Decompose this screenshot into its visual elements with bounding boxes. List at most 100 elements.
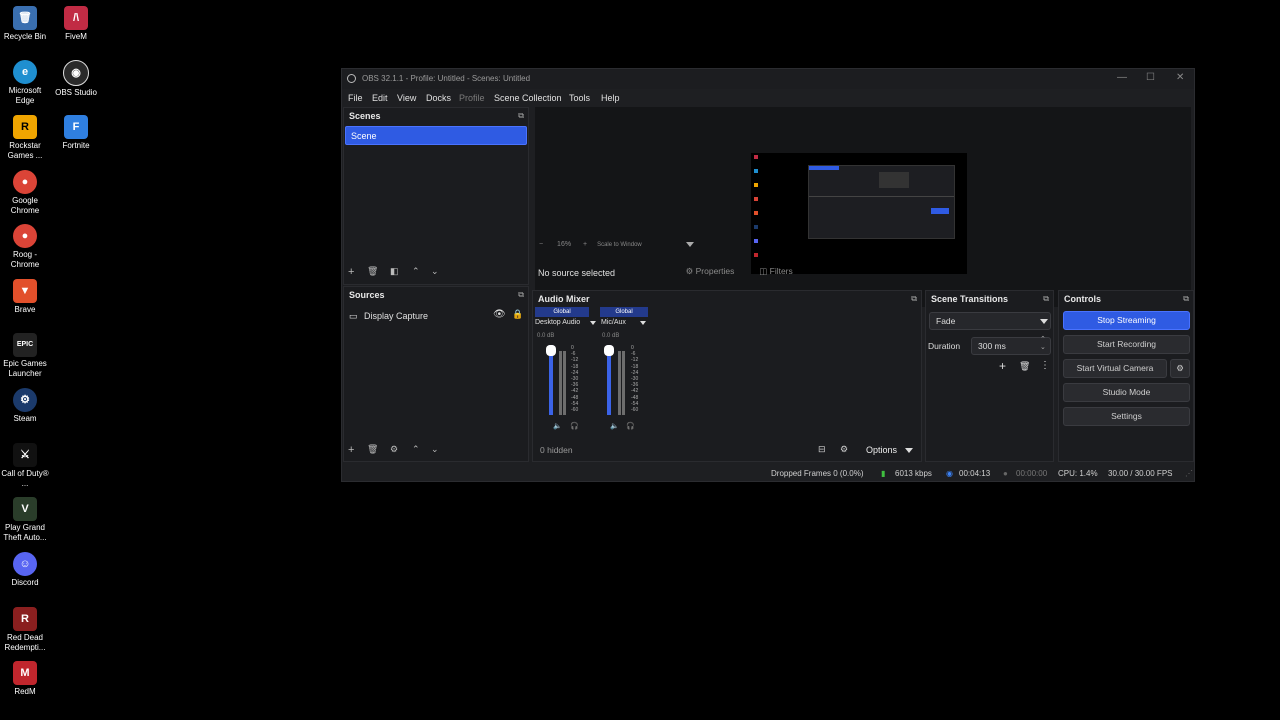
audio-mixer-dock: Audio Mixer ⧉	[532, 290, 922, 462]
channel-tag: Global	[535, 307, 589, 317]
undock-icon[interactable]: ⧉	[1043, 294, 1049, 304]
layout-icon[interactable]: ⊟	[818, 444, 826, 455]
undock-icon[interactable]: ⧉	[1183, 294, 1189, 304]
channel-db: 0.0 dB	[602, 333, 620, 339]
virtual-camera-settings-button[interactable]: ⚙	[1170, 359, 1190, 378]
add-transition-icon[interactable]: +	[999, 359, 1006, 373]
move-up-icon[interactable]: ⌃	[412, 266, 420, 277]
undock-icon[interactable]: ⧉	[518, 290, 524, 300]
options-dropdown-icon[interactable]	[905, 448, 913, 453]
desktop-icon-epic[interactable]: EPIC Epic Games Launcher	[0, 333, 50, 379]
streaming-icon: ◉	[946, 469, 953, 478]
recording-icon: ●	[1003, 469, 1008, 478]
desktop-icon-label: Google Chrome	[10, 196, 40, 215]
desktop-icon-rockstar[interactable]: R Rockstar Games ...	[0, 115, 50, 161]
move-down-icon[interactable]: ⌄	[431, 266, 439, 277]
desktop-icon-chrome[interactable]: ● Google Chrome	[0, 170, 50, 216]
eye-icon[interactable]: 👁	[493, 309, 506, 320]
menu-edit[interactable]: Edit	[372, 93, 388, 103]
edge-icon: e	[13, 60, 37, 84]
menu-file[interactable]: File	[348, 93, 363, 103]
steam-icon: ⚙	[13, 388, 37, 412]
resize-grip-icon[interactable]: ⋰	[1185, 469, 1193, 478]
settings-button[interactable]: Settings	[1063, 407, 1190, 426]
lock-icon[interactable]: 🔒	[512, 309, 523, 320]
transition-menu-icon[interactable]: ⋮	[1040, 360, 1050, 371]
add-source-icon[interactable]: +	[348, 444, 354, 456]
menu-scene-collection[interactable]: Scene Collection	[494, 93, 562, 103]
desktop-icon-label: Recycle Bin	[3, 32, 47, 41]
desktop-icon-steam[interactable]: ⚙ Steam	[0, 388, 50, 424]
source-item[interactable]: ▭ Display Capture	[349, 311, 428, 322]
desktop-icon-label: Play Grand Theft Auto...	[3, 523, 47, 542]
preview-area[interactable]: − 16% + Scale to Window	[535, 107, 1191, 307]
filters-label: Filters	[769, 266, 793, 276]
volume-slider-handle[interactable]	[604, 345, 614, 356]
channel-menu-icon[interactable]	[640, 321, 646, 325]
desktop-icon-fivem[interactable]: /\ FiveM	[51, 6, 101, 42]
preview-canvas[interactable]	[751, 153, 967, 274]
desktop-icon-gta[interactable]: V Play Grand Theft Auto...	[0, 497, 50, 543]
add-scene-icon[interactable]: +	[348, 266, 354, 278]
channel-name[interactable]: Desktop Audio	[535, 319, 580, 326]
desktop-icons-thumbnail	[752, 153, 764, 274]
menu-view[interactable]: View	[397, 93, 416, 103]
maximize-icon[interactable]: ☐	[1146, 72, 1155, 83]
monitor-headphones-icon[interactable]: 🎧	[570, 422, 579, 430]
menu-docks[interactable]: Docks	[426, 93, 451, 103]
studio-mode-button[interactable]: Studio Mode	[1063, 383, 1190, 402]
desktop-icon-cod[interactable]: ⚔ Call of Duty® ...	[0, 443, 50, 489]
zoom-in-icon[interactable]: +	[583, 241, 587, 248]
options-button[interactable]: Options	[866, 445, 897, 455]
filter-scene-icon[interactable]: ◧	[390, 266, 399, 277]
filters-button[interactable]: ◫ Filters	[754, 263, 798, 280]
volume-slider-handle[interactable]	[546, 345, 556, 356]
remove-source-icon[interactable]: 🗑	[367, 444, 378, 455]
desktop-icon-recycle-bin[interactable]: 🗑 Recycle Bin	[0, 6, 50, 42]
desktop-icon-edge[interactable]: e Microsoft Edge	[0, 60, 50, 106]
spin-arrows-icon[interactable]: ⌃ ⌄	[1040, 336, 1046, 352]
discord-icon: ☺	[13, 552, 37, 576]
start-recording-button[interactable]: Start Recording	[1063, 335, 1190, 354]
source-properties-icon[interactable]: ⚙	[390, 444, 398, 455]
desktop-icon-fortnite[interactable]: F Fortnite	[51, 115, 101, 151]
desktop-icon-redm[interactable]: M RedM	[0, 661, 50, 697]
redm-icon: M	[13, 661, 37, 685]
move-down-icon[interactable]: ⌄	[431, 444, 439, 455]
duration-spinbox[interactable]: 300 ms ⌃ ⌄	[971, 336, 1051, 355]
menu-tools[interactable]: Tools	[569, 93, 590, 103]
zoom-dropdown-icon[interactable]	[685, 242, 694, 247]
desktop-icon-roog-chrome[interactable]: ● Roog - Chrome	[0, 224, 50, 270]
monitor-headphones-icon[interactable]: 🎧	[626, 422, 635, 430]
menu-profile[interactable]: Profile	[459, 93, 485, 103]
zoom-out-icon[interactable]: −	[539, 241, 543, 248]
desktop-icon-brave[interactable]: ▼ Brave	[0, 279, 50, 315]
properties-button[interactable]: ⚙ Properties	[679, 263, 741, 280]
desktop-icon-discord[interactable]: ☺ Discord	[0, 552, 50, 588]
desktop-icon-red-dead[interactable]: R Red Dead Redempti...	[0, 607, 50, 653]
remove-scene-icon[interactable]: 🗑	[367, 266, 378, 277]
close-icon[interactable]: ✕	[1176, 72, 1184, 83]
zoom-mode[interactable]: Scale to Window	[597, 242, 642, 248]
title-bar[interactable]: OBS 32.1.1 - Profile: Untitled - Scenes:…	[342, 69, 1194, 89]
mute-icon[interactable]: 🔈	[610, 422, 619, 430]
remove-transition-icon[interactable]: 🗑	[1019, 361, 1030, 372]
desktop-icon-obs[interactable]: ◉ OBS Studio	[51, 60, 101, 98]
menu-help[interactable]: Help	[601, 93, 620, 103]
scene-list-item[interactable]: Scene	[345, 126, 527, 145]
red-dead-icon: R	[13, 607, 37, 631]
desktop-icon-label: Red Dead Redempti...	[4, 633, 46, 652]
duration-value: 300 ms	[978, 341, 1006, 351]
minimize-icon[interactable]: —	[1117, 72, 1127, 83]
undock-icon[interactable]: ⧉	[518, 111, 524, 121]
channel-name[interactable]: Mic/Aux	[601, 319, 626, 326]
start-virtual-camera-button[interactable]: Start Virtual Camera	[1063, 359, 1167, 378]
mute-icon[interactable]: 🔈	[553, 422, 562, 430]
move-up-icon[interactable]: ⌃	[412, 444, 420, 455]
channel-menu-icon[interactable]	[590, 321, 596, 325]
transition-select[interactable]: Fade	[929, 312, 1051, 330]
undock-icon[interactable]: ⧉	[911, 294, 917, 304]
advanced-audio-icon[interactable]: ⚙	[840, 444, 848, 455]
stop-streaming-button[interactable]: Stop Streaming	[1063, 311, 1190, 330]
bitrate-signal-icon: ▮	[881, 469, 886, 478]
